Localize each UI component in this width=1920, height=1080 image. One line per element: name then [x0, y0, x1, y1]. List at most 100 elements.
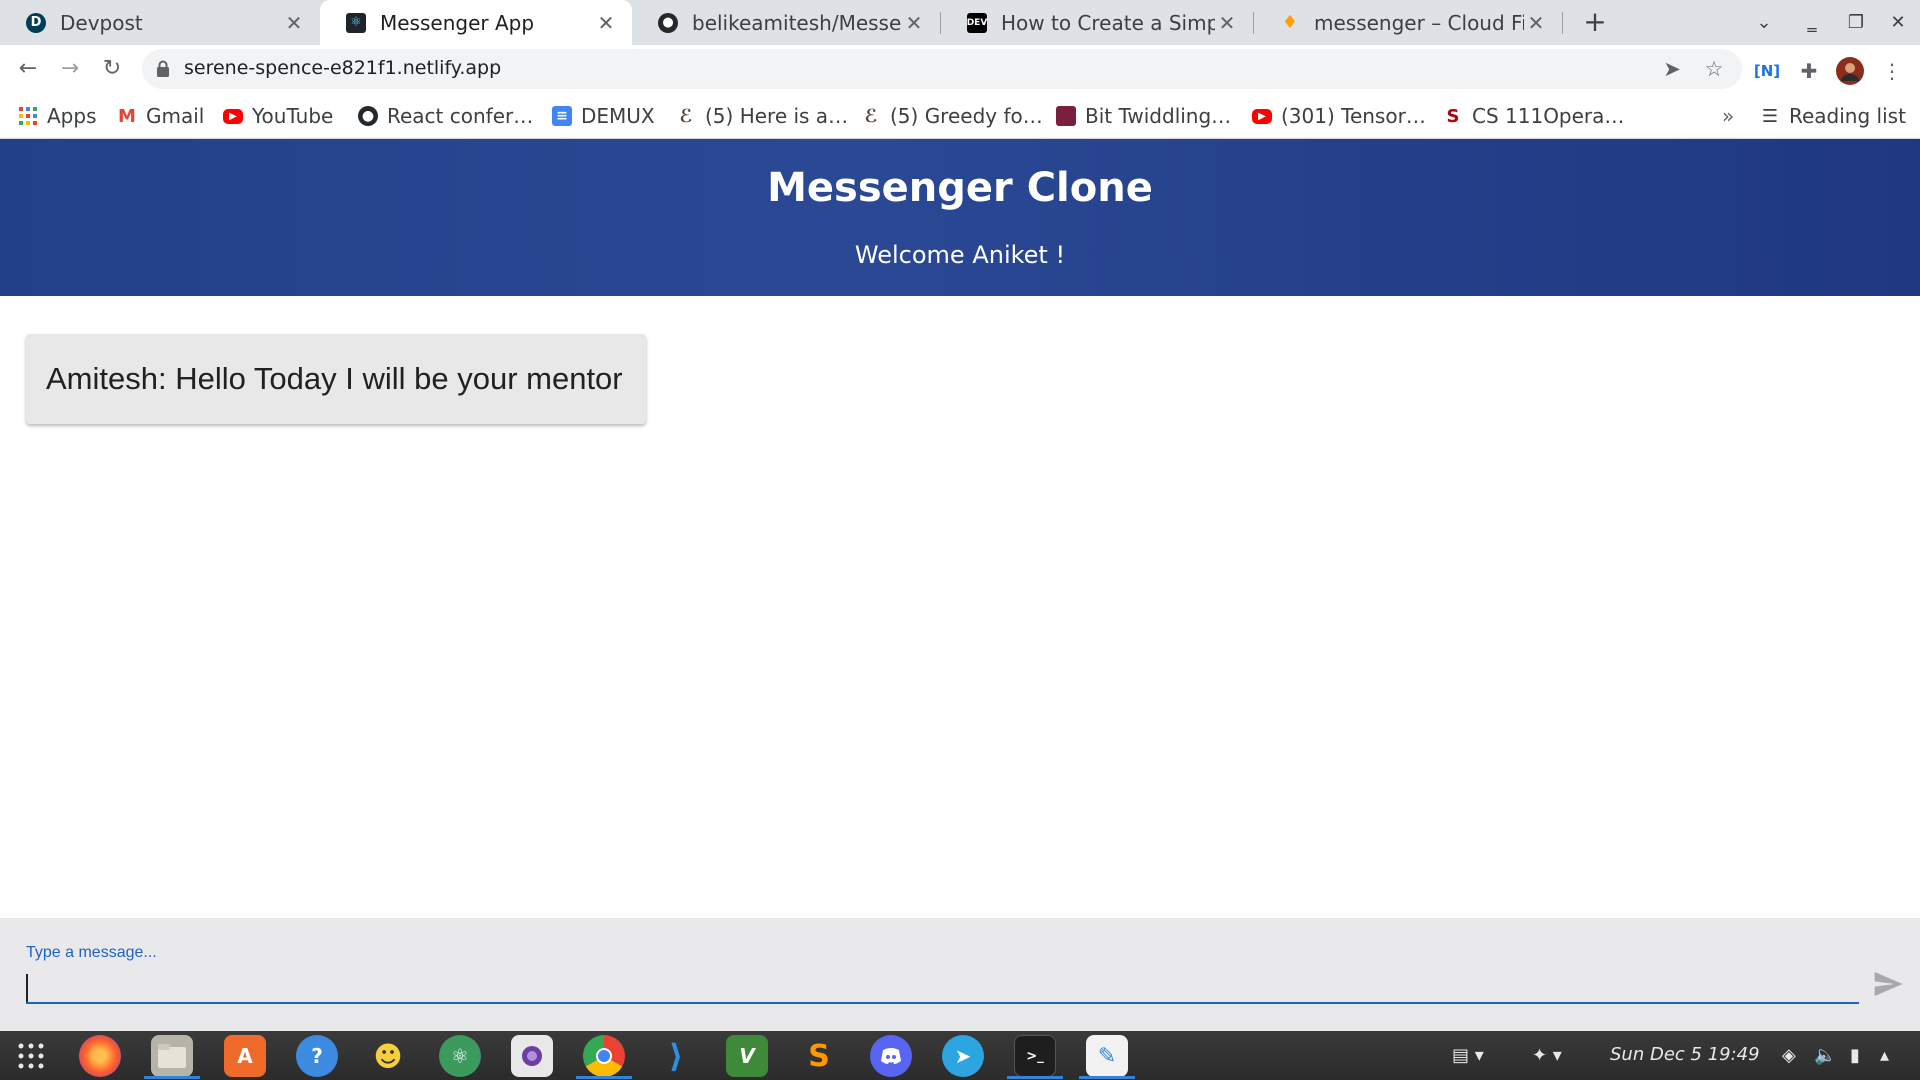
reading-list-label: Reading list [1789, 104, 1906, 128]
close-tab-icon[interactable]: ✕ [1524, 11, 1548, 35]
sublime-icon[interactable]: S [798, 1035, 840, 1077]
restore-icon[interactable]: ❐ [1836, 0, 1876, 45]
accessibility-icon[interactable]: ✦ ▾ [1532, 1045, 1562, 1066]
profile-avatar[interactable] [1836, 57, 1864, 85]
reload-icon[interactable]: ↻ [94, 51, 130, 87]
firebase-icon: ♦ [1281, 12, 1299, 33]
bookmark-react-conf[interactable]: ● React confer… [358, 101, 533, 131]
wifi-icon[interactable]: ◈ [1782, 1045, 1796, 1066]
docs-icon: ≡ [552, 106, 572, 126]
compose-bar: Type a message... [0, 918, 1920, 1031]
tab-search-icon[interactable]: ⌄ [1744, 0, 1784, 45]
bookmark-label: React confer… [387, 104, 534, 128]
reading-list-button[interactable]: ☰ Reading list [1760, 101, 1906, 131]
firefox-icon[interactable] [79, 1035, 121, 1077]
os-taskbar: A ? ☻ ⚛ ⟩ V S ➤ >_ ✎ ▤ ▾ ✦ ▾ Sun Dec 5 1… [0, 1031, 1920, 1080]
lock-icon [157, 60, 169, 77]
apps-grid-icon [18, 106, 38, 126]
bookmark-label: (5) Here is a… [705, 104, 849, 128]
tab-title: messenger – Cloud Fires [1314, 10, 1524, 35]
react-icon: ⚛ [346, 12, 366, 33]
dev-icon: DEV [967, 12, 987, 33]
volume-icon[interactable]: 🔈 [1814, 1045, 1836, 1066]
devpost-icon: D [26, 12, 46, 33]
codechef-icon: ℰ [679, 105, 693, 127]
codechef-icon: ℰ [864, 105, 878, 127]
show-apps-icon[interactable] [10, 1035, 52, 1077]
back-arrow-icon[interactable]: ← [10, 51, 46, 87]
software-center-icon[interactable]: A [224, 1035, 266, 1077]
browser-toolbar: ← → ↻ serene-spence-e821f1.netlify.app ➤… [0, 45, 1920, 93]
welcome-text: Welcome Aniket ! [854, 241, 1066, 269]
tab-title: Devpost [60, 10, 143, 35]
forward-arrow-icon[interactable]: → [52, 51, 88, 87]
bookmark-greedy[interactable]: ℰ (5) Greedy fo… [861, 101, 1042, 131]
bookmarks-bar: Apps M Gmail ▶ YouTube ● React confer… ≡… [0, 93, 1920, 139]
pikachu-icon[interactable]: ☻ [367, 1035, 409, 1077]
vim-icon[interactable]: V [726, 1035, 768, 1077]
battery-icon[interactable]: ▮ [1850, 1045, 1860, 1066]
github-icon: ● [658, 12, 678, 33]
tab-firebase[interactable]: ♦ messenger – Cloud Fires ✕ [1254, 0, 1562, 45]
discord-icon[interactable] [870, 1035, 912, 1077]
message-list: Amitesh: Hello Today I will be your ment… [0, 296, 1920, 918]
bookmark-label: DEMUX [581, 104, 655, 128]
vscode-icon[interactable]: ⟩ [655, 1035, 697, 1077]
screen-recorder-icon[interactable] [511, 1035, 553, 1077]
bookmark-cs111[interactable]: S CS 111Opera… [1443, 101, 1625, 131]
text-editor-icon[interactable]: ✎ [1086, 1035, 1128, 1077]
atom-icon[interactable]: ⚛ [439, 1035, 481, 1077]
new-tab-button[interactable]: + [1578, 5, 1612, 39]
bookmark-tensor[interactable]: ▶ (301) Tensor… [1252, 101, 1426, 131]
bookmark-label: (301) Tensor… [1281, 104, 1426, 128]
close-tab-icon[interactable]: ✕ [1215, 11, 1239, 35]
share-icon[interactable]: ➤ [1658, 55, 1686, 83]
close-window-icon[interactable]: ✕ [1878, 0, 1918, 45]
system-menu-icon[interactable]: ▴ [1880, 1045, 1889, 1066]
minimize-icon[interactable]: ‗ [1792, 0, 1832, 45]
terminal-icon[interactable]: >_ [1014, 1035, 1056, 1077]
tab-github[interactable]: ● belikeamitesh/Messeng ✕ [632, 0, 940, 45]
youtube-icon: ▶ [223, 108, 243, 124]
files-icon[interactable] [151, 1035, 193, 1077]
bookmark-label: Bit Twiddling… [1085, 104, 1232, 128]
bookmark-youtube[interactable]: ▶ YouTube [223, 101, 333, 131]
tab-title: How to Create a Simple [1001, 10, 1215, 35]
bookmark-gmail[interactable]: M Gmail [117, 101, 204, 131]
tab-dev-to[interactable]: DEV How to Create a Simple ✕ [941, 0, 1253, 45]
bookmark-label: Apps [47, 104, 97, 128]
stanford-icon: S [1446, 105, 1460, 127]
github-icon: ● [358, 106, 378, 126]
close-tab-icon[interactable]: ✕ [594, 11, 618, 35]
clock[interactable]: Sun Dec 5 19:49 [1610, 1044, 1760, 1065]
bookmark-star-icon[interactable]: ☆ [1700, 55, 1728, 83]
tab-messenger-app[interactable]: ⚛ Messenger App ✕ [320, 0, 632, 45]
reading-list-icon: ☰ [1761, 105, 1779, 127]
address-bar[interactable]: serene-spence-e821f1.netlify.app ➤ ☆ [142, 49, 1742, 89]
message-card: Amitesh: Hello Today I will be your ment… [26, 334, 646, 424]
message-input[interactable] [26, 970, 1859, 1004]
chrome-icon[interactable] [583, 1035, 625, 1077]
bookmarks-overflow-button[interactable]: » [1722, 101, 1734, 131]
bookmark-here-is-a[interactable]: ℰ (5) Here is a… [676, 101, 848, 131]
browser-menu-icon[interactable]: ⋮ [1878, 57, 1906, 85]
youtube-icon: ▶ [1252, 108, 1272, 124]
bookmark-label: Gmail [146, 104, 205, 128]
extension-n-icon[interactable]: [N] [1753, 57, 1781, 85]
site-icon [1056, 106, 1076, 126]
browser-tab-strip: D Devpost ✕ ⚛ Messenger App ✕ ● belikeam… [0, 0, 1920, 45]
clipboard-icon[interactable]: ▤ ▾ [1452, 1045, 1484, 1066]
bookmark-bit-twiddling[interactable]: Bit Twiddling… [1056, 101, 1231, 131]
gmail-icon: M [118, 105, 136, 127]
tab-title: belikeamitesh/Messeng [692, 10, 902, 35]
bookmark-apps[interactable]: Apps [18, 101, 97, 131]
extensions-puzzle-icon[interactable]: ✚ [1795, 57, 1823, 85]
telegram-icon[interactable]: ➤ [942, 1035, 984, 1077]
tab-title: Messenger App [380, 10, 535, 35]
help-icon[interactable]: ? [296, 1035, 338, 1077]
send-icon[interactable] [1872, 968, 1904, 1000]
tab-devpost[interactable]: D Devpost ✕ [0, 0, 320, 45]
close-tab-icon[interactable]: ✕ [282, 11, 306, 35]
close-tab-icon[interactable]: ✕ [902, 11, 926, 35]
bookmark-demux[interactable]: ≡ DEMUX [552, 101, 655, 131]
